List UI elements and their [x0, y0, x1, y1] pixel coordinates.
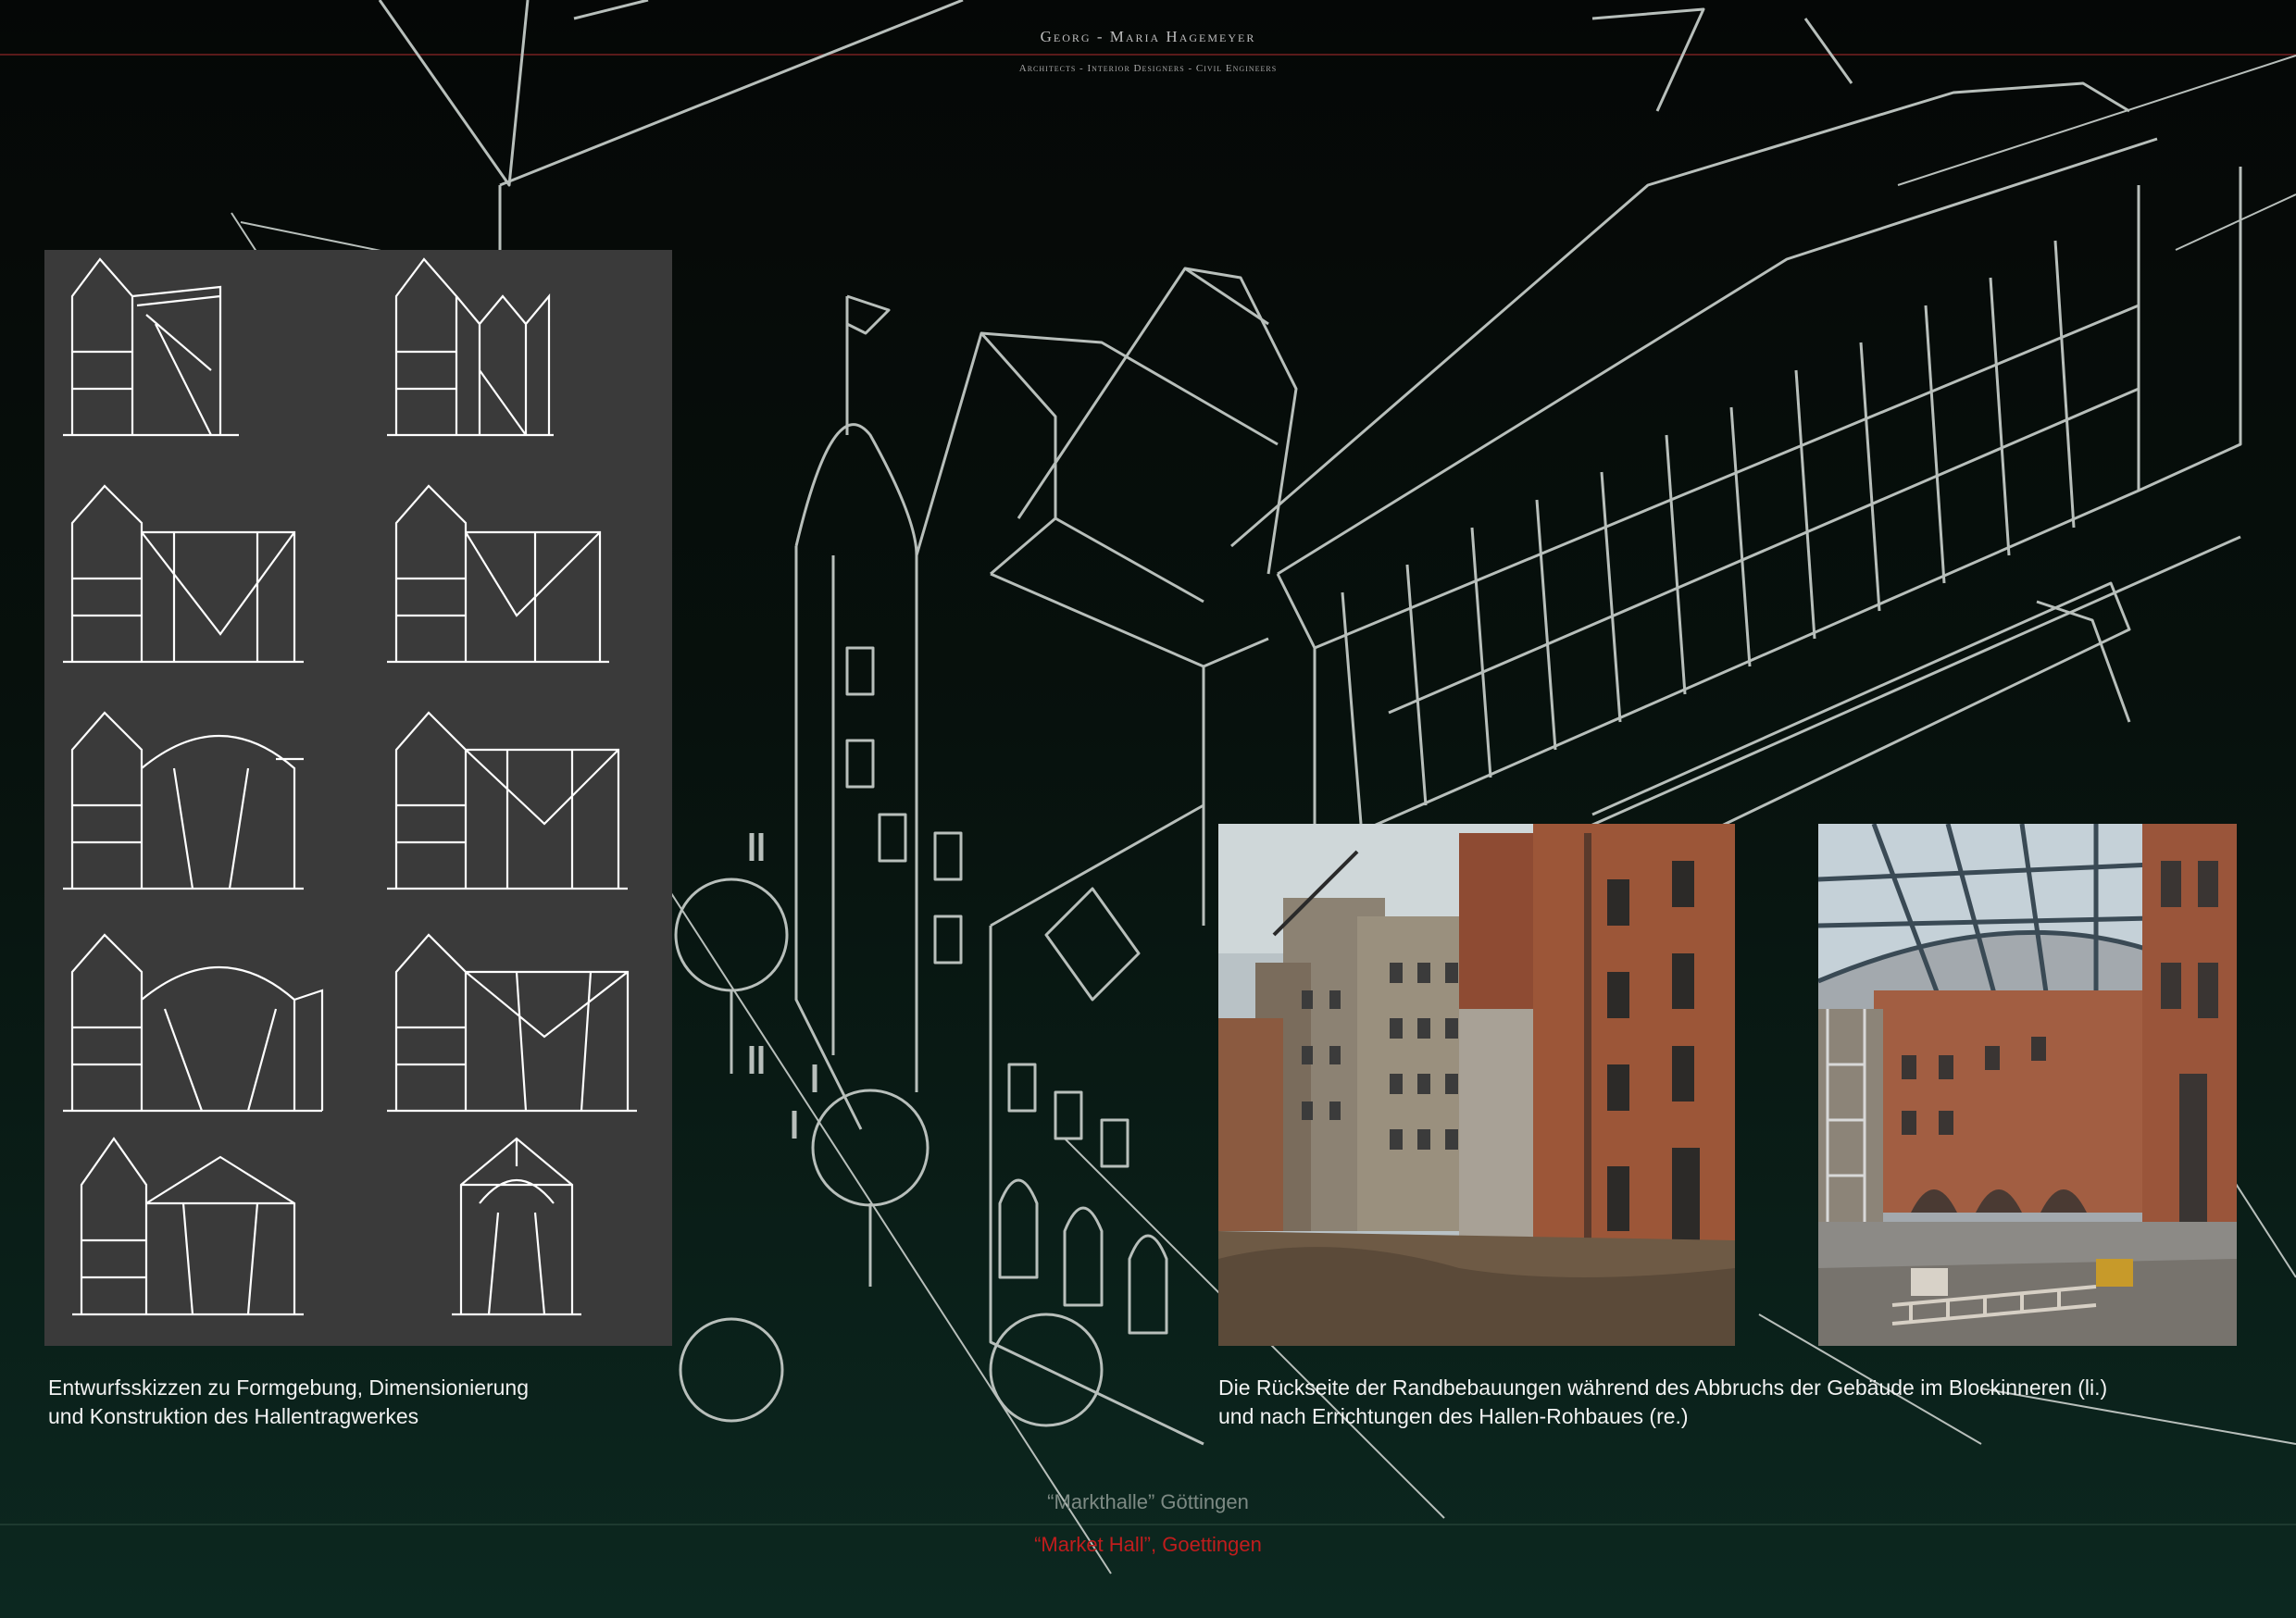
brand-name: Georg - Maria Hagemeyer [1040, 28, 1256, 45]
sketch-8 [387, 933, 637, 1113]
brand-tagline: Architects - Interior Designers - Civil … [1018, 63, 1278, 74]
sketch-3 [63, 484, 304, 664]
sketch-2 [387, 257, 554, 437]
sketch-4 [387, 484, 609, 664]
section-sketches [63, 257, 637, 1316]
sketch-5 [63, 711, 304, 890]
sketch-7 [63, 933, 324, 1113]
sketch-10 [452, 1137, 581, 1316]
sketch-6 [387, 711, 628, 890]
sketch-1 [63, 257, 239, 437]
sketch-panel [44, 250, 672, 1346]
project-title-en: “Market Hall”, Goettingen [1034, 1533, 1262, 1556]
project-title-de: “Markthalle” Göttingen [1047, 1490, 1249, 1513]
photo-demolition [1218, 824, 1735, 1346]
photo-hall-shell [1818, 824, 2237, 1346]
sketch-9 [72, 1137, 304, 1316]
left-caption: Entwurfsskizzen zu Formgebung, Dimension… [48, 1375, 530, 1428]
right-caption: Die Rückseite der Randbebauungen während… [1218, 1375, 2108, 1428]
